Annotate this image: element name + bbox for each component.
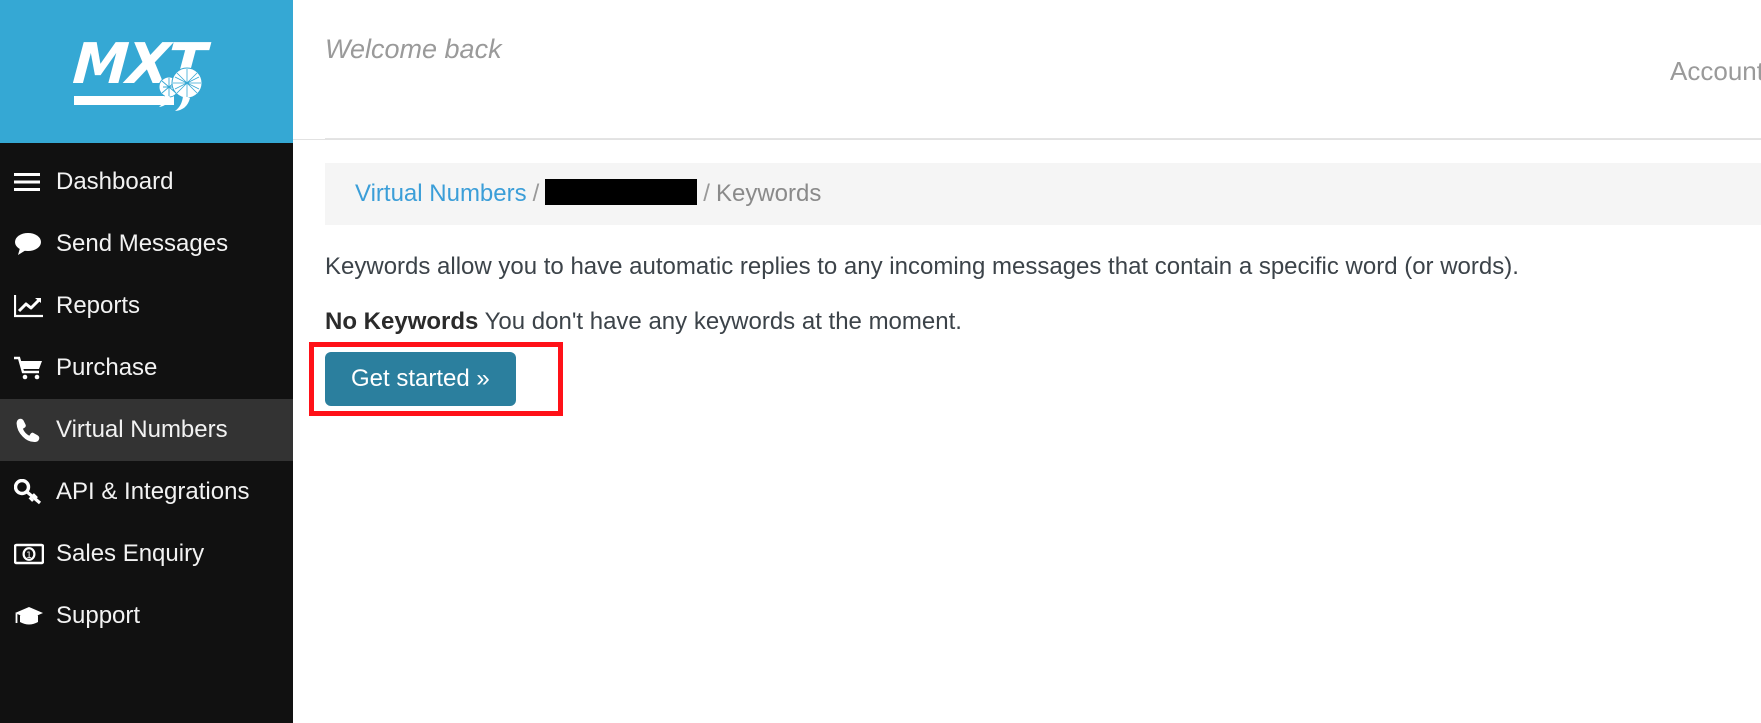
phone-icon — [14, 417, 56, 443]
sidebar-item-dashboard[interactable]: Dashboard — [0, 151, 293, 213]
sidebar-item-label: Reports — [56, 292, 141, 319]
sidebar-item-label: API & Integrations — [56, 478, 250, 505]
sidebar-item-sales-enquiry[interactable]: 1 Sales Enquiry — [0, 523, 293, 585]
keywords-empty-state: No Keywords You don't have any keywords … — [325, 308, 1761, 336]
banknote-icon: 1 — [14, 543, 56, 565]
main-content: Welcome back Account Ba Virtual Numbers … — [293, 0, 1761, 723]
topbar-inner: Welcome back Account Ba — [293, 0, 1761, 139]
keywords-intro-text: Keywords allow you to have automatic rep… — [325, 253, 1519, 280]
sidebar-item-label: Send Messages — [56, 230, 229, 257]
welcome-message: Welcome back — [325, 34, 502, 64]
sidebar-item-label: Support — [56, 602, 141, 629]
empty-state-text: You don't have any keywords at the momen… — [484, 308, 962, 335]
page-content: Virtual Numbers / / Keywords Keywords al… — [293, 163, 1761, 426]
breadcrumb-separator: / — [703, 180, 710, 207]
mxt-logo: MXT — [67, 29, 227, 115]
hamburger-menu-icon — [14, 172, 56, 192]
svg-text:1: 1 — [26, 551, 32, 561]
sidebar-item-reports[interactable]: Reports — [0, 275, 293, 337]
breadcrumb-current-keywords: Keywords — [715, 180, 822, 207]
sidebar: MXT Dashboard Send Messages Reports Purc… — [0, 0, 293, 723]
key-icon — [14, 479, 56, 505]
sidebar-item-purchase[interactable]: Purchase — [0, 337, 293, 399]
sidebar-item-virtual-numbers[interactable]: Virtual Numbers — [0, 399, 293, 461]
app-root: MXT Dashboard Send Messages Reports Purc… — [0, 0, 1761, 723]
breadcrumb-link-virtual-numbers[interactable]: Virtual Numbers — [355, 180, 527, 208]
topbar-divider — [325, 138, 1761, 139]
sidebar-item-label: Sales Enquiry — [56, 540, 205, 567]
empty-state-title: No Keywords — [325, 308, 479, 335]
brain-quote-icon — [158, 67, 202, 111]
topbar: Welcome back Account Ba — [293, 0, 1761, 140]
line-chart-icon — [14, 294, 56, 318]
sidebar-item-label: Purchase — [56, 354, 158, 381]
sidebar-item-send-messages[interactable]: Send Messages — [0, 213, 293, 275]
breadcrumb-redacted-number — [545, 179, 698, 205]
sidebar-item-api-integrations[interactable]: API & Integrations — [0, 461, 293, 523]
brand-logo-area[interactable]: MXT — [0, 0, 293, 143]
sidebar-item-support[interactable]: Support — [0, 585, 293, 647]
get-started-area: Get started » — [309, 342, 583, 426]
sidebar-item-label: Dashboard — [56, 168, 174, 195]
sidebar-item-label: Virtual Numbers — [56, 416, 228, 443]
account-balance-label[interactable]: Account Ba — [1670, 56, 1761, 87]
breadcrumb: Virtual Numbers / / Keywords — [325, 163, 1761, 225]
shopping-cart-icon — [14, 356, 56, 380]
sidebar-nav: Dashboard Send Messages Reports Purchase — [0, 143, 293, 723]
get-started-button[interactable]: Get started » — [325, 352, 516, 406]
breadcrumb-separator: / — [532, 180, 540, 207]
speech-bubble-icon — [14, 232, 56, 256]
graduation-cap-icon — [14, 605, 56, 627]
